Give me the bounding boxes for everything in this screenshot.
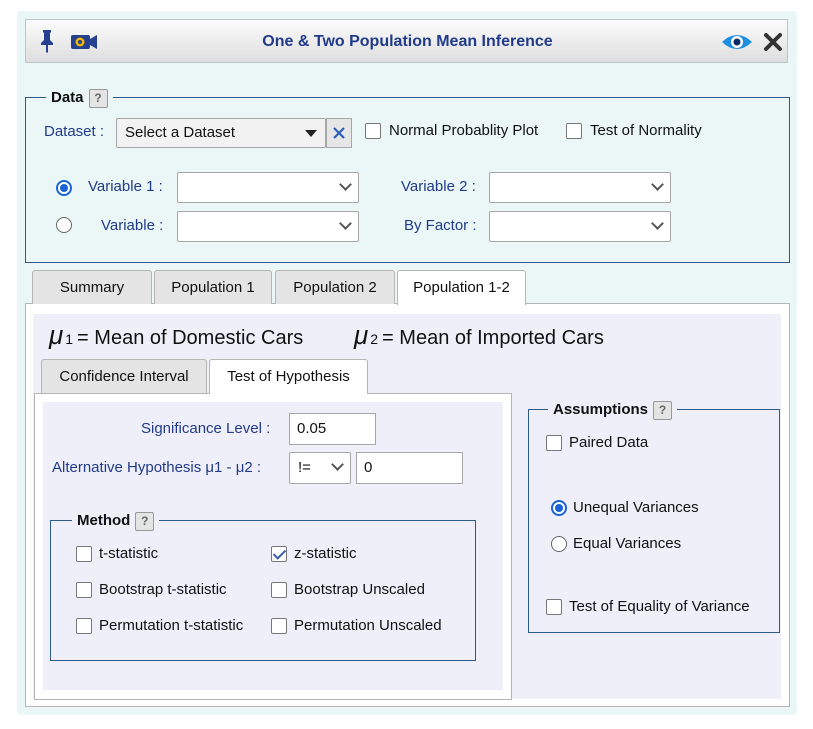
alt-operator-value: != [298, 459, 311, 476]
z-statistic-label: z-statistic [294, 545, 357, 562]
t-statistic-label: t-statistic [99, 545, 159, 562]
mean-1-heading: μ 1 = Mean of Domestic Cars [49, 320, 303, 351]
mean-2-text: = Mean of Imported Cars [382, 327, 604, 349]
z-statistic-checkbox[interactable] [271, 546, 287, 562]
normal-plot-label: Normal Probablity Plot [389, 122, 539, 139]
alt-operator-select[interactable]: != [289, 452, 351, 484]
help-icon[interactable]: ? [88, 88, 108, 108]
variable-label: Variable : [101, 217, 164, 234]
equality-test-checkbox[interactable] [546, 599, 562, 615]
equality-test-label: Test of Equality of Variance [569, 598, 750, 615]
mu-symbol: μ [49, 320, 64, 350]
chevron-down-icon [339, 217, 352, 230]
by-factor-select[interactable] [489, 211, 671, 242]
variable-radio[interactable] [56, 217, 72, 233]
variable2-select[interactable] [489, 172, 671, 203]
chevron-down-icon [651, 178, 664, 191]
permutation-unscaled-checkbox[interactable] [271, 618, 287, 634]
permutation-t-checkbox[interactable] [76, 618, 92, 634]
data-legend: Data? [46, 88, 113, 108]
paired-data-checkbox[interactable] [546, 435, 562, 451]
mu2-subscript: 2 [370, 331, 379, 347]
chevron-down-icon [339, 178, 352, 191]
chevron-down-icon [651, 217, 664, 230]
alt-hypothesis-label: Alternative Hypothesis μ1 - μ2 : [52, 459, 262, 476]
clear-icon[interactable] [326, 118, 352, 148]
bootstrap-unscaled-checkbox[interactable] [271, 582, 287, 598]
permutation-t-label: Permutation t-statistic [99, 617, 244, 634]
mu-symbol: μ [354, 320, 369, 350]
permutation-unscaled-label: Permutation Unscaled [294, 617, 442, 634]
unequal-variances-radio[interactable] [551, 500, 567, 516]
significance-label: Significance Level : [141, 420, 271, 437]
tab-summary[interactable]: Summary [32, 270, 152, 304]
normality-test-checkbox[interactable] [566, 123, 582, 139]
paired-data-label: Paired Data [569, 434, 649, 451]
method-legend: Method? [72, 511, 160, 531]
alt-value-input[interactable]: 0 [356, 452, 463, 484]
variable1-label: Variable 1 : [88, 178, 163, 195]
tab-confidence-interval[interactable]: Confidence Interval [41, 359, 207, 393]
tab-population-1-2[interactable]: Population 1-2 [397, 270, 526, 305]
window-title: One & Two Population Mean Inference [262, 33, 553, 50]
assumptions-legend: Assumptions? [548, 400, 678, 420]
dataset-label: Dataset : [44, 123, 105, 140]
tab-population-2[interactable]: Population 2 [275, 270, 395, 304]
normal-plot-checkbox[interactable] [365, 123, 381, 139]
significance-input[interactable]: 0.05 [289, 413, 376, 445]
bootstrap-t-checkbox[interactable] [76, 582, 92, 598]
camera-icon[interactable] [70, 33, 98, 51]
close-icon[interactable] [763, 32, 783, 52]
by-factor-label: By Factor : [404, 217, 477, 234]
variable-select[interactable] [177, 211, 359, 242]
data-legend-text: Data [51, 89, 84, 106]
eye-icon[interactable] [720, 32, 754, 52]
dataset-select-value: Select a Dataset [125, 124, 236, 141]
mean-2-heading: μ 2 = Mean of Imported Cars [354, 320, 604, 351]
method-legend-text: Method [77, 512, 131, 529]
assumptions-legend-text: Assumptions [553, 401, 649, 418]
help-icon[interactable]: ? [653, 400, 673, 420]
variable1-radio[interactable] [56, 180, 72, 196]
t-statistic-checkbox[interactable] [76, 546, 92, 562]
chevron-down-icon [331, 458, 344, 471]
dataset-select[interactable]: Select a Dataset [116, 118, 326, 148]
title-bar: One & Two Population Mean Inference [25, 19, 788, 63]
help-icon[interactable]: ? [135, 511, 155, 531]
variable1-select[interactable] [177, 172, 359, 203]
caret-down-icon [305, 130, 317, 137]
equal-variances-label: Equal Variances [573, 535, 682, 552]
tab-test-of-hypothesis[interactable]: Test of Hypothesis [209, 359, 368, 394]
mu1-subscript: 1 [65, 331, 74, 347]
variable2-label: Variable 2 : [401, 178, 476, 195]
mean-1-text: = Mean of Domestic Cars [77, 327, 304, 349]
unequal-variances-label: Unequal Variances [573, 499, 699, 516]
normality-test-label: Test of Normality [590, 122, 702, 139]
bootstrap-unscaled-label: Bootstrap Unscaled [294, 581, 425, 598]
tab-population-1[interactable]: Population 1 [154, 270, 272, 304]
pin-icon[interactable] [40, 29, 54, 53]
bootstrap-t-label: Bootstrap t-statistic [99, 581, 227, 598]
equal-variances-radio[interactable] [551, 536, 567, 552]
